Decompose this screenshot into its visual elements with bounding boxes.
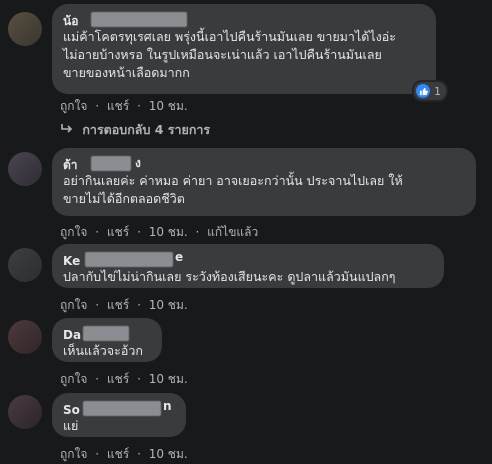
avatar[interactable] <box>8 395 42 429</box>
commenter-name[interactable]: ต้า <box>63 156 78 175</box>
share-link[interactable]: แชร์ <box>107 447 129 461</box>
share-link[interactable]: แชร์ <box>107 372 129 386</box>
share-link[interactable]: แชร์ <box>107 225 129 239</box>
comment-actions: ถูกใจ · แชร์ · 10 ชม. <box>60 298 188 312</box>
comment-bubble: น้อ แม่ค้าโคตรทุเรศเลย พรุ่งนี้เอาไปคืนร… <box>52 4 448 102</box>
comment-bubble: So n แย่ <box>52 393 186 437</box>
share-link[interactable]: แชร์ <box>107 99 129 113</box>
blurred-name <box>83 401 161 416</box>
commenter-name[interactable]: Ke <box>63 254 80 268</box>
like-link[interactable]: ถูกใจ <box>60 372 87 386</box>
comment-bubble: Da เห็นแล้วจะอ้วก <box>52 318 162 362</box>
reaction-summary[interactable]: 1 <box>412 80 448 102</box>
comment-actions: ถูกใจ · แชร์ · 10 ชม. <box>60 447 188 461</box>
avatar[interactable] <box>8 320 42 354</box>
timestamp[interactable]: 10 ชม. <box>149 225 188 239</box>
blurred-name <box>83 326 129 341</box>
like-link[interactable]: ถูกใจ <box>60 447 87 461</box>
comment-text: ปลากับไข่ไม่น่ากินเลย ระวังท้องเสียนะคะ … <box>63 269 396 284</box>
comment-text: แย่ <box>63 418 79 433</box>
timestamp[interactable]: 10 ชม. <box>149 372 188 386</box>
commenter-name[interactable]: So <box>63 403 80 417</box>
comment-actions: ถูกใจ · แชร์ · 10 ชม. <box>60 99 188 113</box>
timestamp[interactable]: 10 ชม. <box>149 99 188 113</box>
like-link[interactable]: ถูกใจ <box>60 298 87 312</box>
commenter-name[interactable]: น้อ <box>63 12 78 31</box>
reaction-count: 1 <box>434 84 441 98</box>
blurred-name <box>91 156 131 171</box>
comment-text: เห็นแล้วจะอ้วก <box>63 343 143 358</box>
comment-bubble: Ke e ปลากับไข่ไม่น่ากินเลย ระวังท้องเสีย… <box>52 244 444 288</box>
avatar[interactable] <box>8 12 42 46</box>
avatar[interactable] <box>8 152 42 186</box>
comment-text: อย่ากินเลยค่ะ ค่าหมอ ค่ายา อาจเยอะกว่านั… <box>63 173 403 206</box>
comment-text: แม่ค้าโคตรทุเรศเลย พรุ่งนี้เอาไปคืนร้านม… <box>63 29 396 80</box>
thumbs-up-icon <box>416 84 430 98</box>
avatar[interactable] <box>8 248 42 282</box>
comment-actions: ถูกใจ · แชร์ · 10 ชม. <box>60 372 188 386</box>
share-link[interactable]: แชร์ <box>107 298 129 312</box>
timestamp[interactable]: 10 ชม. <box>149 447 188 461</box>
like-link[interactable]: ถูกใจ <box>60 225 87 239</box>
comment-bubble: ต้า ง อย่ากินเลยค่ะ ค่าหมอ ค่ายา อาจเยอะ… <box>52 148 476 216</box>
view-replies-link[interactable]: การตอบกลับ 4 รายการ <box>60 120 210 140</box>
timestamp[interactable]: 10 ชม. <box>149 298 188 312</box>
reply-arrow-icon <box>60 122 82 137</box>
edited-label[interactable]: แก้ไขแล้ว <box>207 225 258 239</box>
blurred-name <box>85 252 173 267</box>
blurred-name <box>91 12 187 27</box>
comment-actions: ถูกใจ · แชร์ · 10 ชม. · แก้ไขแล้ว <box>60 225 259 239</box>
like-link[interactable]: ถูกใจ <box>60 99 87 113</box>
commenter-name[interactable]: Da <box>63 328 81 342</box>
